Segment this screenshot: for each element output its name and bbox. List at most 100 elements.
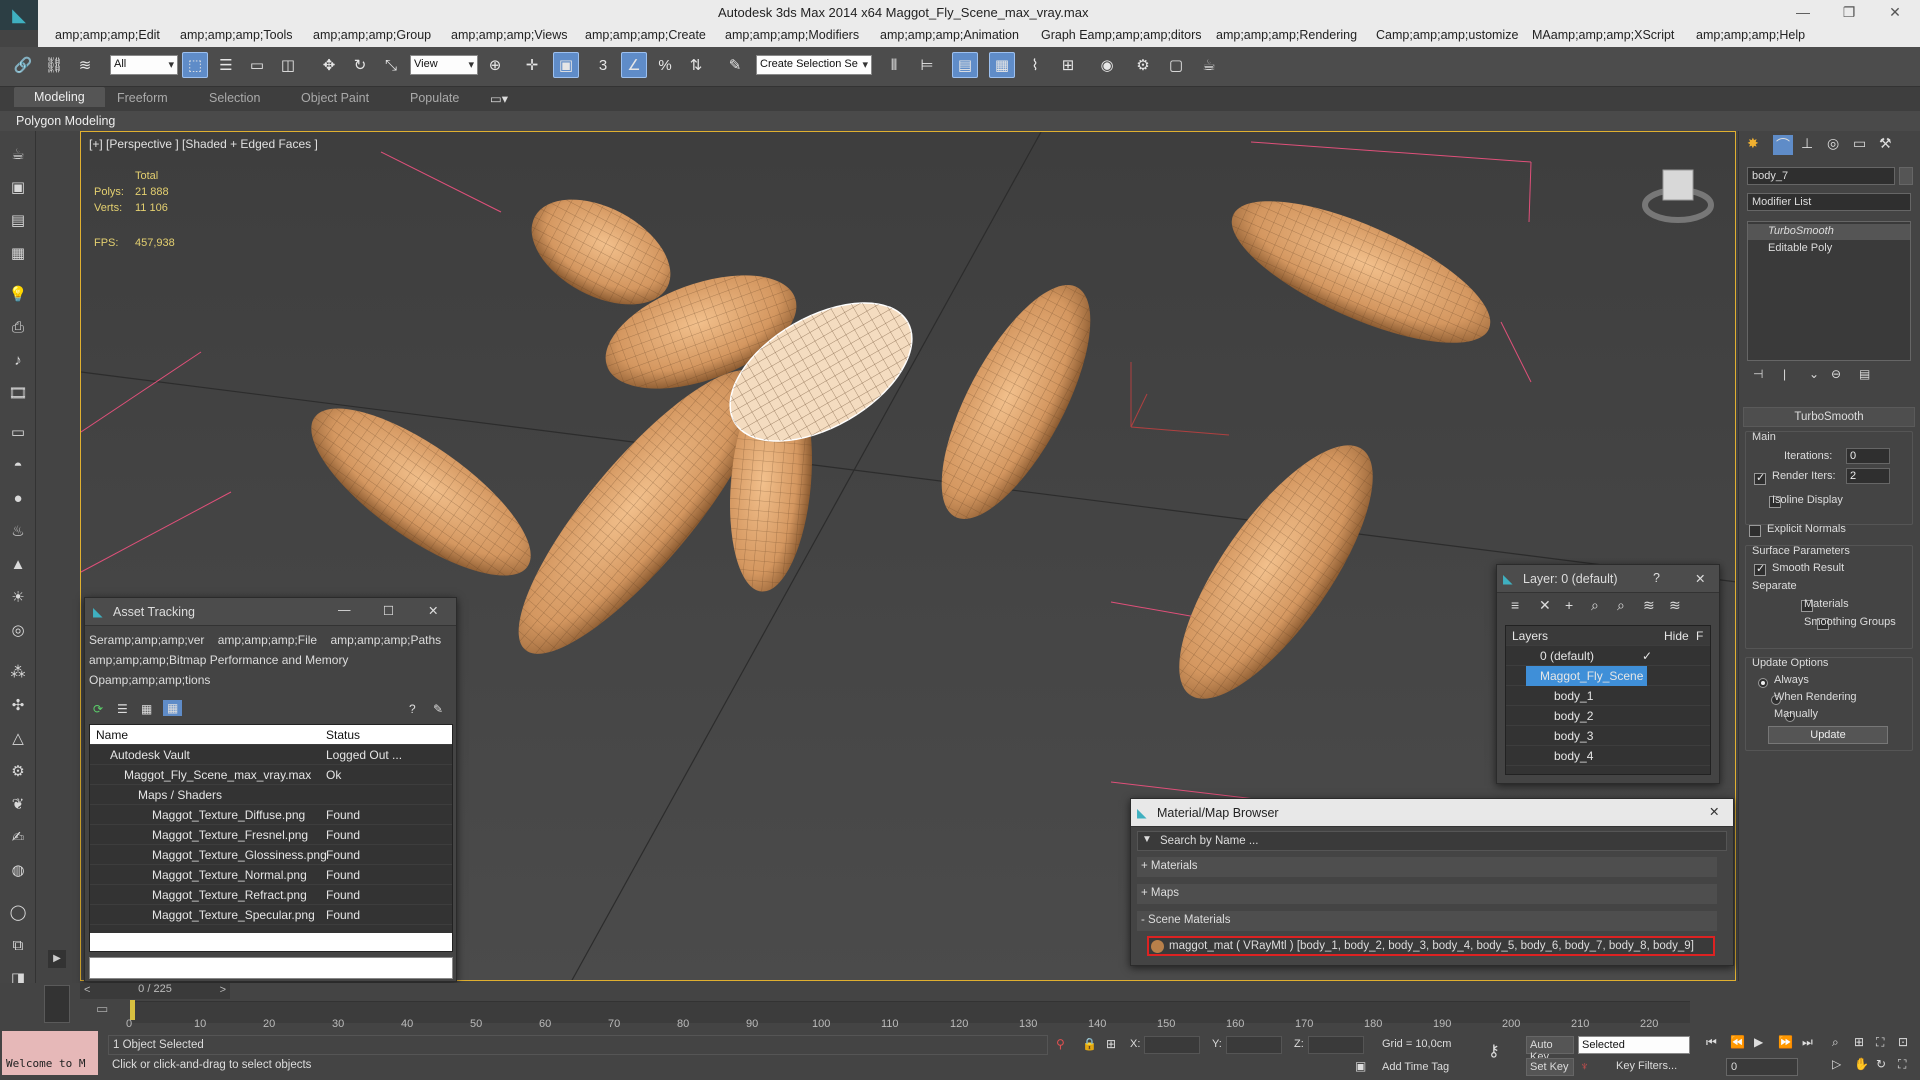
zoom-extents-all-icon[interactable]: ⊡ <box>1898 1035 1908 1049</box>
hair-icon[interactable]: ✍ <box>7 826 29 848</box>
column-status[interactable]: Status <box>326 728 360 742</box>
maximize-icon[interactable]: ☐ <box>383 603 394 618</box>
menu-views[interactable]: amp;amp;amp;Views <box>451 28 568 42</box>
modifier-editable-poly[interactable]: Editable Poly <box>1748 241 1910 257</box>
menu-help[interactable]: amp;amp;amp;Help <box>1696 28 1805 42</box>
scene-material-item[interactable]: maggot_mat ( VRayMtl ) [body_1, body_2, … <box>1147 936 1715 956</box>
ribbon-options-icon[interactable]: ▭▾ <box>490 91 508 106</box>
torus-icon[interactable]: ◎ <box>7 619 29 641</box>
motion-tab-icon[interactable]: ◎ <box>1827 135 1839 152</box>
helper-icon[interactable]: △ <box>7 727 29 749</box>
curve-editor-mini-icon[interactable]: ▭ <box>96 1001 116 1021</box>
expand-arrow-icon[interactable]: ▶ <box>48 950 66 968</box>
rect-selection-icon[interactable]: ▭ <box>244 52 270 78</box>
modifier-list-dropdown[interactable]: Modifier List <box>1747 193 1911 211</box>
edit-named-selection-icon[interactable]: ✎ <box>722 52 748 78</box>
menu-maxscript[interactable]: MAamp;amp;amp;XScript <box>1532 28 1674 42</box>
layer-row[interactable]: body_3 <box>1506 726 1710 746</box>
modify-tab-icon[interactable]: ⌒ <box>1773 135 1793 155</box>
section-scene-materials[interactable]: - Scene Materials <box>1137 911 1717 931</box>
scene-explorer-icon[interactable]: ▤ <box>7 209 29 231</box>
object-name-field[interactable]: body_7 <box>1747 167 1895 185</box>
cone-icon[interactable]: ▲ <box>7 553 29 575</box>
teapot-icon[interactable]: ☕ <box>7 143 29 165</box>
next-frame-icon[interactable]: ⏩ <box>1778 1035 1793 1049</box>
sphere-icon[interactable]: ● <box>7 487 29 509</box>
time-tag-icon[interactable]: ▣ <box>1355 1059 1366 1073</box>
sound-icon[interactable]: ♪ <box>7 349 29 371</box>
menu-options[interactable]: Opamp;amp;amp;tions <box>89 673 210 687</box>
auto-key-button[interactable]: Auto Key <box>1526 1036 1574 1063</box>
layer-row[interactable]: body_2 <box>1506 706 1710 726</box>
maxscript-listener[interactable]: Welcome to M <box>2 1031 98 1075</box>
y-coord-field[interactable] <box>1226 1036 1282 1054</box>
pan-icon[interactable]: ✋ <box>1854 1057 1869 1071</box>
horizontal-scrollbar[interactable] <box>90 933 452 951</box>
layer-row[interactable]: body_1 <box>1506 686 1710 706</box>
render-setup-icon[interactable]: ⚙ <box>1130 52 1156 78</box>
close-icon[interactable]: ✕ <box>1695 571 1705 586</box>
freeze-all-icon[interactable]: ≋ <box>1669 597 1681 614</box>
key-filters-button[interactable]: Key Filters... <box>1604 1058 1690 1076</box>
select-manipulate-icon[interactable]: ✛ <box>519 52 545 78</box>
search-options-icon[interactable]: ▼ <box>1142 834 1152 845</box>
bind-spacewarp-icon[interactable]: ≋ <box>72 52 98 78</box>
help-icon[interactable]: ? <box>409 702 416 716</box>
create-tab-icon[interactable]: ✸ <box>1747 135 1759 152</box>
teapot-primitive-icon[interactable]: ♨ <box>7 520 29 542</box>
pin-stack-icon[interactable]: ⊣ <box>1753 367 1763 381</box>
named-selection-dropdown[interactable]: Create Selection Se <box>756 55 872 75</box>
set-key-button[interactable]: Set Key <box>1526 1058 1574 1076</box>
half-sphere-icon[interactable]: ◓ <box>7 454 29 476</box>
new-layer-icon[interactable]: ≡ <box>1511 597 1519 613</box>
rotate-icon[interactable]: ↻ <box>347 52 373 78</box>
x-coord-field[interactable] <box>1144 1036 1200 1054</box>
time-slider[interactable]: < 0 / 225 > <box>80 983 230 999</box>
zoom-icon[interactable]: ⌕ <box>1832 1035 1839 1050</box>
go-to-start-icon[interactable]: ⏮ <box>1706 1035 1717 1050</box>
table-view-icon[interactable]: ▦ <box>163 700 183 716</box>
menu-customize[interactable]: Camp;amp;amp;ustomize <box>1376 28 1518 42</box>
sun-icon[interactable]: ☀ <box>7 586 29 608</box>
tab-selection[interactable]: Selection <box>209 91 260 105</box>
zoom-extents-icon[interactable]: ⛶ <box>1876 1035 1884 1050</box>
scale-icon[interactable]: ⤡ <box>378 52 404 78</box>
utilities-tab-icon[interactable]: ⚒ <box>1879 135 1892 152</box>
configure-sets-icon[interactable]: ▤ <box>1859 367 1870 381</box>
menu-modifiers[interactable]: amp;amp;amp;Modifiers <box>725 28 859 42</box>
refresh-icon[interactable]: ⟳ <box>93 702 103 716</box>
z-coord-field[interactable] <box>1308 1036 1364 1054</box>
particles-icon[interactable]: ⁂ <box>7 661 29 683</box>
asset-path-field[interactable] <box>89 957 453 979</box>
keyboard-shortcut-icon[interactable]: ▣ <box>553 52 579 78</box>
go-to-end-icon[interactable]: ⏭ <box>1802 1035 1813 1050</box>
restore-icon[interactable]: ❐ <box>1834 2 1864 22</box>
menu-paths[interactable]: amp;amp;amp;Paths <box>330 633 441 647</box>
angle-snap-icon[interactable]: ∠ <box>621 52 647 78</box>
render-iters-spinner[interactable]: 2 <box>1846 468 1890 484</box>
isolate-icon[interactable]: ⚲ <box>1056 1037 1065 1051</box>
always-radio[interactable] <box>1758 677 1768 688</box>
delete-layer-icon[interactable]: ✕ <box>1539 597 1551 614</box>
menu-tools[interactable]: amp;amp;amp;Tools <box>180 28 293 42</box>
column-hide[interactable]: Hide <box>1664 629 1689 643</box>
move-icon[interactable]: ✥ <box>316 52 342 78</box>
select-by-name-icon[interactable]: ☰ <box>213 52 239 78</box>
modifier-turbosmooth[interactable]: TurboSmooth <box>1748 224 1910 240</box>
film-icon[interactable]: 🎞 <box>7 382 29 404</box>
track-bar[interactable]: 0 10 20 30 40 50 60 70 80 90 100 110 120… <box>126 1000 1690 1030</box>
menu-group[interactable]: amp;amp;amp;Group <box>313 28 431 42</box>
slider-left-icon[interactable]: < <box>84 984 90 996</box>
show-end-result-icon[interactable]: | <box>1783 367 1786 381</box>
menu-graph-editors[interactable]: Graph Eamp;amp;amp;ditors <box>1041 28 1202 42</box>
select-object-icon[interactable]: ⬚ <box>182 52 208 78</box>
selection-filter-dropdown[interactable]: All <box>110 55 178 75</box>
smooth-result-checkbox[interactable] <box>1754 562 1766 576</box>
layer-manager-icon[interactable]: ▤ <box>952 52 978 78</box>
menu-file[interactable]: amp;amp;amp;File <box>218 633 317 647</box>
ball-icon[interactable]: ◯ <box>7 901 29 923</box>
tab-freeform[interactable]: Freeform <box>117 91 168 105</box>
object-color-swatch[interactable] <box>1899 167 1913 185</box>
unlink-icon[interactable]: ⛓ <box>41 52 67 78</box>
box-icon[interactable]: ▭ <box>7 421 29 443</box>
